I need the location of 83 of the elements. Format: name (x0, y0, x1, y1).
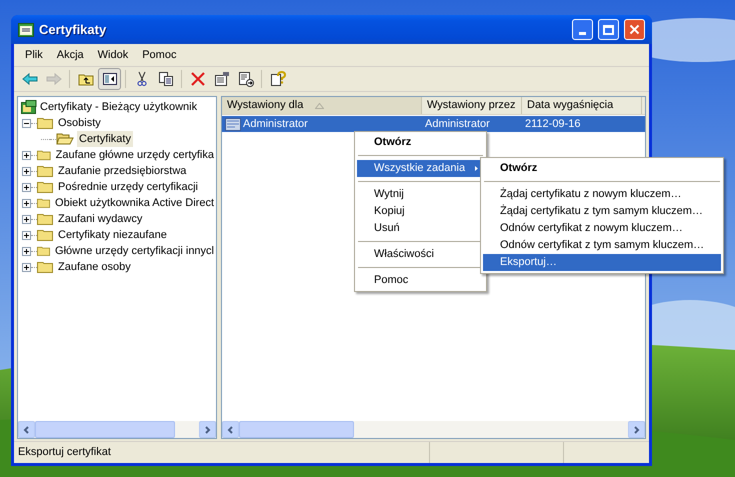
expand-toggle[interactable] (22, 230, 31, 240)
copy-icon (158, 71, 174, 87)
window-title: Certyfikaty (39, 20, 108, 39)
certificate-icon (225, 118, 241, 130)
forward-arrow-icon (46, 71, 62, 87)
menu-item[interactable]: Odnów certyfikat z nowym kluczem… (483, 220, 721, 237)
column-header[interactable]: Data wygaśnięcia (522, 97, 642, 114)
menu-item[interactable]: Eksportuj… (483, 254, 721, 271)
menu-item[interactable]: Usuń (357, 220, 484, 237)
folder-icon (37, 244, 50, 258)
maximize-button[interactable] (598, 19, 619, 40)
scroll-left-button[interactable] (222, 421, 239, 438)
menu-item[interactable]: Żądaj certyfikatu z nowym kluczem… (483, 186, 721, 203)
toolbar-button[interactable] (98, 68, 121, 90)
menu-bar-item[interactable]: Plik (18, 46, 50, 64)
submenu-arrow-icon (475, 165, 478, 172)
panes-icon (102, 71, 118, 87)
table-row[interactable]: Administrator Administrator 2112-09-16 (222, 116, 645, 132)
tree-item[interactable]: Osobisty (56, 114, 103, 132)
scrollbar-thumb[interactable] (35, 421, 175, 438)
folder-icon (37, 212, 53, 226)
menu-bar-item[interactable]: Akcja (50, 46, 91, 64)
folder-icon (37, 148, 51, 162)
left-chevron-icon (23, 426, 30, 434)
table-cell-text: Administrator (243, 116, 308, 132)
collapse-toggle[interactable] (22, 118, 31, 128)
scroll-left-button[interactable] (18, 421, 35, 438)
scroll-right-button[interactable] (628, 421, 645, 438)
menu-item[interactable]: Wytnij (357, 186, 484, 203)
table-cell-text: Administrator (425, 116, 490, 132)
tree-item[interactable]: Certyfikaty (77, 130, 133, 148)
scrollbar-thumb[interactable] (239, 421, 354, 438)
delete-icon (190, 71, 206, 87)
scroll-right-button[interactable] (199, 421, 216, 438)
tree-item[interactable]: Główne urzędy certyfikacji innycl (53, 242, 216, 260)
tree-item[interactable]: Zaufane osoby (56, 258, 133, 276)
menu-item[interactable]: Otwórz (483, 160, 721, 177)
tree-item[interactable]: Obiekt użytkownika Active Direct (53, 194, 216, 212)
folder-icon (37, 260, 53, 274)
right-chevron-icon (633, 426, 640, 434)
tree-item[interactable]: Certyfikaty niezaufane (56, 226, 169, 244)
table-cell-text: 2112-09-16 (525, 116, 580, 132)
certificate-store-icon (21, 100, 37, 114)
left-chevron-icon (227, 426, 234, 434)
right-chevron-icon (204, 426, 211, 434)
export-list-icon (238, 71, 254, 87)
folder-icon (37, 164, 53, 178)
folder-icon (37, 180, 53, 194)
expand-toggle[interactable] (22, 214, 31, 224)
column-header[interactable]: Wystawiony przez (422, 97, 522, 114)
tree-item[interactable]: Zaufani wydawcy (56, 210, 144, 228)
menu-bar-item[interactable]: Widok (90, 46, 136, 64)
folder-icon (37, 196, 50, 210)
tree-item[interactable]: Zaufanie przedsiębiorstwa (56, 162, 188, 180)
tree-item[interactable]: Zaufane główne urzędy certyfika (54, 146, 216, 164)
menu-item[interactable]: Kopiuj (357, 203, 484, 220)
tree-root-item[interactable]: Certyfikaty - Bieżący użytkownik (40, 98, 198, 116)
menu-bar-item[interactable]: Pomoc (135, 46, 184, 64)
column-header[interactable]: Wystawiony dla (222, 97, 422, 114)
expand-toggle[interactable] (22, 262, 31, 272)
expand-toggle[interactable] (22, 150, 31, 160)
menu-item[interactable]: Żądaj certyfikatu z tym samym kluczem… (483, 203, 721, 220)
minimize-button[interactable] (572, 19, 593, 40)
status-bar-text: Eksportuj certyfikat (17, 445, 112, 460)
help-icon (270, 71, 286, 87)
expand-toggle[interactable] (22, 166, 31, 176)
properties-icon (214, 71, 230, 87)
open-folder-icon (56, 132, 74, 146)
menu-item[interactable]: Otwórz (357, 134, 484, 151)
menu-item[interactable]: Odnów certyfikat z tym samym kluczem… (483, 237, 721, 254)
sort-arrow-icon (315, 102, 324, 108)
folder-icon (37, 116, 53, 130)
close-button[interactable] (624, 19, 645, 40)
menu-item[interactable]: Pomoc (357, 272, 484, 289)
expand-toggle[interactable] (22, 198, 31, 208)
menu-item[interactable]: Właściwości (357, 246, 484, 263)
tree-item[interactable]: Pośrednie urzędy certyfikacji (56, 178, 200, 196)
console-icon (18, 22, 34, 36)
back-arrow-icon (22, 71, 38, 87)
folder-icon (37, 228, 53, 242)
expand-toggle[interactable] (22, 246, 31, 256)
expand-toggle[interactable] (22, 182, 31, 192)
close-icon (629, 24, 640, 35)
